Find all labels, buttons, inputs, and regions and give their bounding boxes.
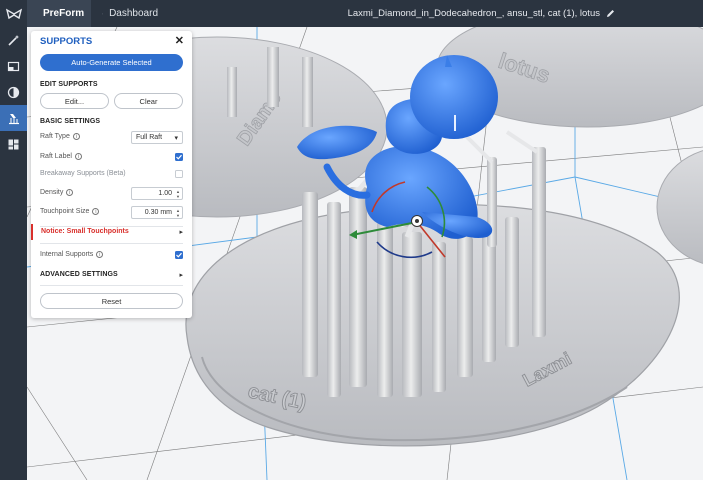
orientation-icon bbox=[7, 61, 20, 71]
chevron-down-icon: ▾ bbox=[174, 134, 178, 142]
tool-rail bbox=[0, 27, 27, 480]
layout-button[interactable] bbox=[0, 79, 27, 105]
magic-wand-icon bbox=[8, 34, 19, 46]
touchpoint-size-stepper[interactable]: 0.30 mm ▲ ▼ bbox=[131, 206, 183, 219]
supports-panel: SUPPORTS ✕ Auto-Generate Selected EDIT S… bbox=[31, 31, 192, 318]
checkmark-icon bbox=[176, 252, 182, 258]
layout-icon bbox=[7, 86, 20, 98]
layout-grid-icon bbox=[8, 139, 19, 149]
info-icon[interactable]: i bbox=[92, 208, 100, 215]
raft-label-label: Raft Label i bbox=[40, 153, 82, 160]
auto-generate-button[interactable]: Auto-Generate Selected bbox=[40, 54, 183, 71]
advanced-settings-heading[interactable]: ADVANCED SETTINGS bbox=[40, 271, 118, 278]
breakaway-supports-text: Breakaway Supports (Beta) bbox=[40, 170, 126, 177]
stepper-arrows-icon[interactable]: ▲ ▼ bbox=[176, 208, 180, 218]
orientation-button[interactable] bbox=[0, 53, 27, 79]
breakaway-supports-label: Breakaway Supports (Beta) bbox=[40, 170, 126, 177]
pencil-icon[interactable] bbox=[606, 9, 615, 18]
touchpoint-size-value: 0.30 mm bbox=[144, 209, 172, 216]
notice-text: Notice: Small Touchpoints bbox=[41, 228, 129, 235]
file-name[interactable]: Laxmi_Diamond_in_Dodecahedron_, ansu_stl… bbox=[348, 0, 615, 27]
clear-supports-button[interactable]: Clear bbox=[114, 93, 183, 109]
reset-button[interactable]: Reset bbox=[40, 293, 183, 309]
tab-preform[interactable]: PreForm bbox=[27, 0, 91, 27]
touchpoint-size-text: Touchpoint Size bbox=[40, 208, 90, 215]
info-icon[interactable]: i bbox=[72, 133, 80, 140]
internal-supports-checkbox[interactable] bbox=[175, 251, 183, 259]
stepper-arrows-icon[interactable]: ▲ ▼ bbox=[176, 189, 180, 199]
raft-type-label: Raft Type i bbox=[40, 133, 80, 140]
notice-small-touchpoints[interactable]: Notice: Small Touchpoints ▸ bbox=[31, 224, 192, 240]
supports-icon bbox=[9, 113, 19, 124]
density-stepper[interactable]: 1.00 ▲ ▼ bbox=[131, 187, 183, 200]
supports-button[interactable] bbox=[0, 105, 27, 131]
chevron-right-icon[interactable]: ▸ bbox=[179, 271, 183, 279]
divider bbox=[40, 285, 183, 286]
density-value: 1.00 bbox=[158, 190, 172, 197]
raft-right-edge bbox=[656, 150, 703, 264]
formlabs-logo-icon[interactable] bbox=[0, 0, 27, 27]
edit-supports-heading: EDIT SUPPORTS bbox=[40, 81, 98, 88]
internal-supports-text: Internal Supports bbox=[40, 251, 94, 258]
close-icon[interactable]: ✕ bbox=[175, 34, 184, 47]
top-bar: PreForm Dashboard Laxmi_Diamond_in_Dodec… bbox=[0, 0, 703, 27]
info-icon[interactable]: i bbox=[96, 251, 104, 258]
density-text: Density bbox=[40, 189, 64, 196]
auto-setup-button[interactable] bbox=[0, 27, 27, 53]
dashboard-icon bbox=[102, 13, 103, 14]
density-label: Density i bbox=[40, 189, 74, 196]
edit-supports-button[interactable]: Edit... bbox=[40, 93, 109, 109]
info-icon[interactable]: i bbox=[66, 189, 74, 196]
tab-preform-label: PreForm bbox=[43, 8, 85, 19]
layout-grid-button[interactable] bbox=[0, 131, 27, 157]
touchpoint-size-label: Touchpoint Size i bbox=[40, 208, 100, 215]
tab-dashboard-label: Dashboard bbox=[109, 8, 158, 19]
checkmark-icon bbox=[176, 154, 182, 160]
tab-dashboard[interactable]: Dashboard bbox=[92, 0, 168, 27]
raft-type-value: Full Raft bbox=[136, 134, 163, 141]
raft-type-text: Raft Type bbox=[40, 133, 70, 140]
panel-header: SUPPORTS ✕ bbox=[31, 31, 192, 50]
raft-type-select[interactable]: Full Raft ▾ bbox=[131, 131, 183, 144]
chevron-right-icon: ▸ bbox=[179, 229, 183, 236]
internal-supports-label: Internal Supports i bbox=[40, 251, 104, 258]
panel-title: SUPPORTS bbox=[40, 36, 93, 47]
raft-label-text: Raft Label bbox=[40, 153, 72, 160]
info-icon[interactable]: i bbox=[74, 153, 82, 160]
file-name-label: Laxmi_Diamond_in_Dodecahedron_, ansu_stl… bbox=[347, 8, 600, 19]
breakaway-supports-checkbox[interactable] bbox=[175, 170, 183, 178]
divider bbox=[40, 243, 183, 244]
raft-label-checkbox[interactable] bbox=[175, 153, 183, 161]
basic-settings-heading: BASIC SETTINGS bbox=[40, 118, 101, 125]
